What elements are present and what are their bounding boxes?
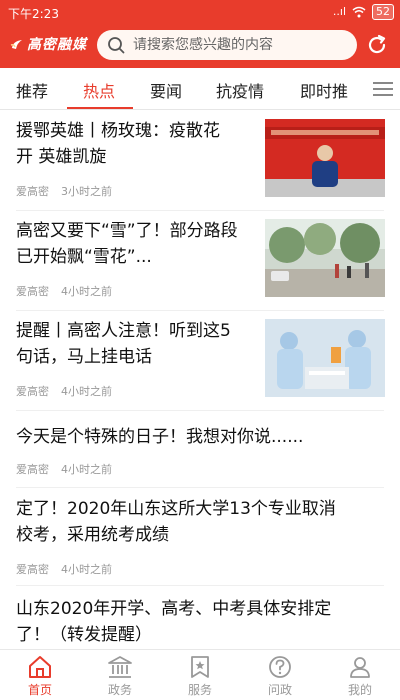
news-title-line: 山东2020年开学、高考、中考具体安排定	[16, 599, 332, 619]
status-icons: ..ıl 52	[333, 4, 394, 20]
nav-government[interactable]: 政务	[80, 650, 160, 700]
news-title: 高密又要下“雪”了！部分路段 已开始飘“雪花”...	[16, 218, 256, 270]
logo-mark-icon	[10, 40, 22, 49]
news-item[interactable]: 定了！2020年山东这所大学13个专业取消 校考，采用统考成绩 爱高密 4小时之前	[0, 488, 400, 586]
search-icon	[108, 37, 125, 54]
tab-instant[interactable]: 即时推	[300, 78, 348, 102]
nav-inquiry[interactable]: 问政	[240, 650, 320, 700]
profile-icon	[350, 657, 370, 678]
home-icon	[29, 656, 51, 678]
news-title-line: 开 英雄凯旋	[16, 147, 107, 167]
news-title-line: 援鄂英雄丨杨玫瑰：疫散花	[16, 121, 220, 141]
nav-home[interactable]: 首页	[0, 650, 80, 700]
status-time: 下午2:23	[8, 7, 59, 21]
news-time: 4小时之前	[61, 385, 112, 398]
menu-icon[interactable]	[372, 80, 394, 98]
news-title: 援鄂英雄丨杨玫瑰：疫散花 开 英雄凯旋	[16, 118, 256, 170]
nav-inquiry-label: 问政	[267, 683, 292, 697]
logo-text: 高密融媒	[27, 37, 87, 53]
news-title: 提醒丨高密人注意！听到这5 句话，马上挂电话	[16, 318, 256, 370]
signal-icon: ..ıl	[332, 5, 346, 18]
tab-recommend[interactable]: 推荐	[16, 78, 48, 102]
news-title: 山东2020年开学、高考、中考具体安排定 了！（转发提醒）	[16, 596, 394, 648]
news-source: 爱高密	[16, 385, 49, 398]
tab-epidemic[interactable]: 抗疫情	[216, 78, 264, 102]
news-source: 爱高密	[16, 563, 49, 576]
status-bar: 下午2:23 ..ıl 52	[0, 0, 400, 24]
news-thumbnail	[265, 319, 385, 397]
news-source: 爱高密	[16, 463, 49, 476]
news-source: 爱高密	[16, 285, 49, 298]
app-header: 下午2:23 ..ıl 52 高密融媒	[0, 0, 400, 68]
tab-news[interactable]: 要闻	[150, 78, 182, 102]
news-item[interactable]: 提醒丨高密人注意！听到这5 句话，马上挂电话 爱高密 4小时之前	[0, 311, 400, 411]
news-source: 爱高密	[16, 185, 49, 198]
news-item[interactable]: 高密又要下“雪”了！部分路段 已开始飘“雪花”... 爱高密 4小时之前	[0, 211, 400, 311]
news-meta: 爱高密 4小时之前	[16, 461, 112, 477]
news-meta: 爱高密 4小时之前	[16, 283, 112, 299]
news-title-line: 了！（转发提醒）	[16, 625, 152, 645]
news-meta: 爱高密 3小时之前	[16, 183, 112, 199]
category-tabs: 推荐 热点 要闻 抗疫情 即时推	[0, 68, 400, 110]
news-title: 今天是个特殊的日子！我想对你说......	[16, 424, 386, 450]
news-title-line: 句话，马上挂电话	[16, 347, 152, 367]
news-time: 4小时之前	[61, 563, 112, 576]
nav-profile[interactable]: 我的	[320, 650, 400, 700]
nav-home-label: 首页	[27, 683, 52, 697]
news-item[interactable]: 山东2020年开学、高考、中考具体安排定 了！（转发提醒）	[0, 586, 400, 649]
search-input[interactable]	[133, 37, 343, 53]
nav-government-label: 政务	[107, 683, 132, 697]
nav-service-label: 服务	[187, 683, 212, 697]
news-title-line: 已开始飘“雪花”...	[16, 247, 152, 267]
news-feed: 援鄂英雄丨杨玫瑰：疫散花 开 英雄凯旋 爱高密 3小时之前 高密又要下“雪”了！部…	[0, 111, 400, 649]
question-icon	[269, 656, 291, 678]
news-time: 3小时之前	[61, 185, 112, 198]
news-title-line: 定了！2020年山东这所大学13个专业取消	[16, 499, 336, 519]
news-title-line: 校考，采用统考成绩	[16, 525, 169, 545]
news-title: 定了！2020年山东这所大学13个专业取消 校考，采用统考成绩	[16, 496, 394, 548]
news-thumbnail	[265, 219, 385, 297]
news-time: 4小时之前	[61, 285, 112, 298]
service-icon	[191, 656, 209, 678]
wifi-icon	[352, 6, 366, 18]
active-tab-indicator	[67, 107, 133, 109]
news-meta: 爱高密 4小时之前	[16, 561, 112, 577]
news-meta: 爱高密 4小时之前	[16, 383, 112, 399]
tab-hot[interactable]: 热点	[83, 78, 115, 102]
news-title-line: 提醒丨高密人注意！听到这5	[16, 321, 231, 341]
news-title-line: 高密又要下“雪”了！部分路段	[16, 221, 238, 241]
nav-service[interactable]: 服务	[160, 650, 240, 700]
news-item[interactable]: 今天是个特殊的日子！我想对你说...... 爱高密 4小时之前	[0, 411, 400, 488]
government-icon	[108, 656, 132, 678]
news-item[interactable]: 援鄂英雄丨杨玫瑰：疫散花 开 英雄凯旋 爱高密 3小时之前	[0, 111, 400, 211]
search-bar[interactable]	[97, 30, 357, 60]
nav-profile-label: 我的	[347, 683, 372, 697]
app-logo: 高密融媒	[10, 33, 90, 55]
bottom-nav: 首页 政务 服务 问政 我的	[0, 649, 400, 700]
refresh-icon[interactable]	[365, 33, 389, 57]
news-thumbnail	[265, 119, 385, 197]
news-title-line: 今天是个特殊的日子！我想对你说......	[16, 427, 304, 447]
battery-indicator: 52	[372, 4, 394, 20]
news-time: 4小时之前	[61, 463, 112, 476]
